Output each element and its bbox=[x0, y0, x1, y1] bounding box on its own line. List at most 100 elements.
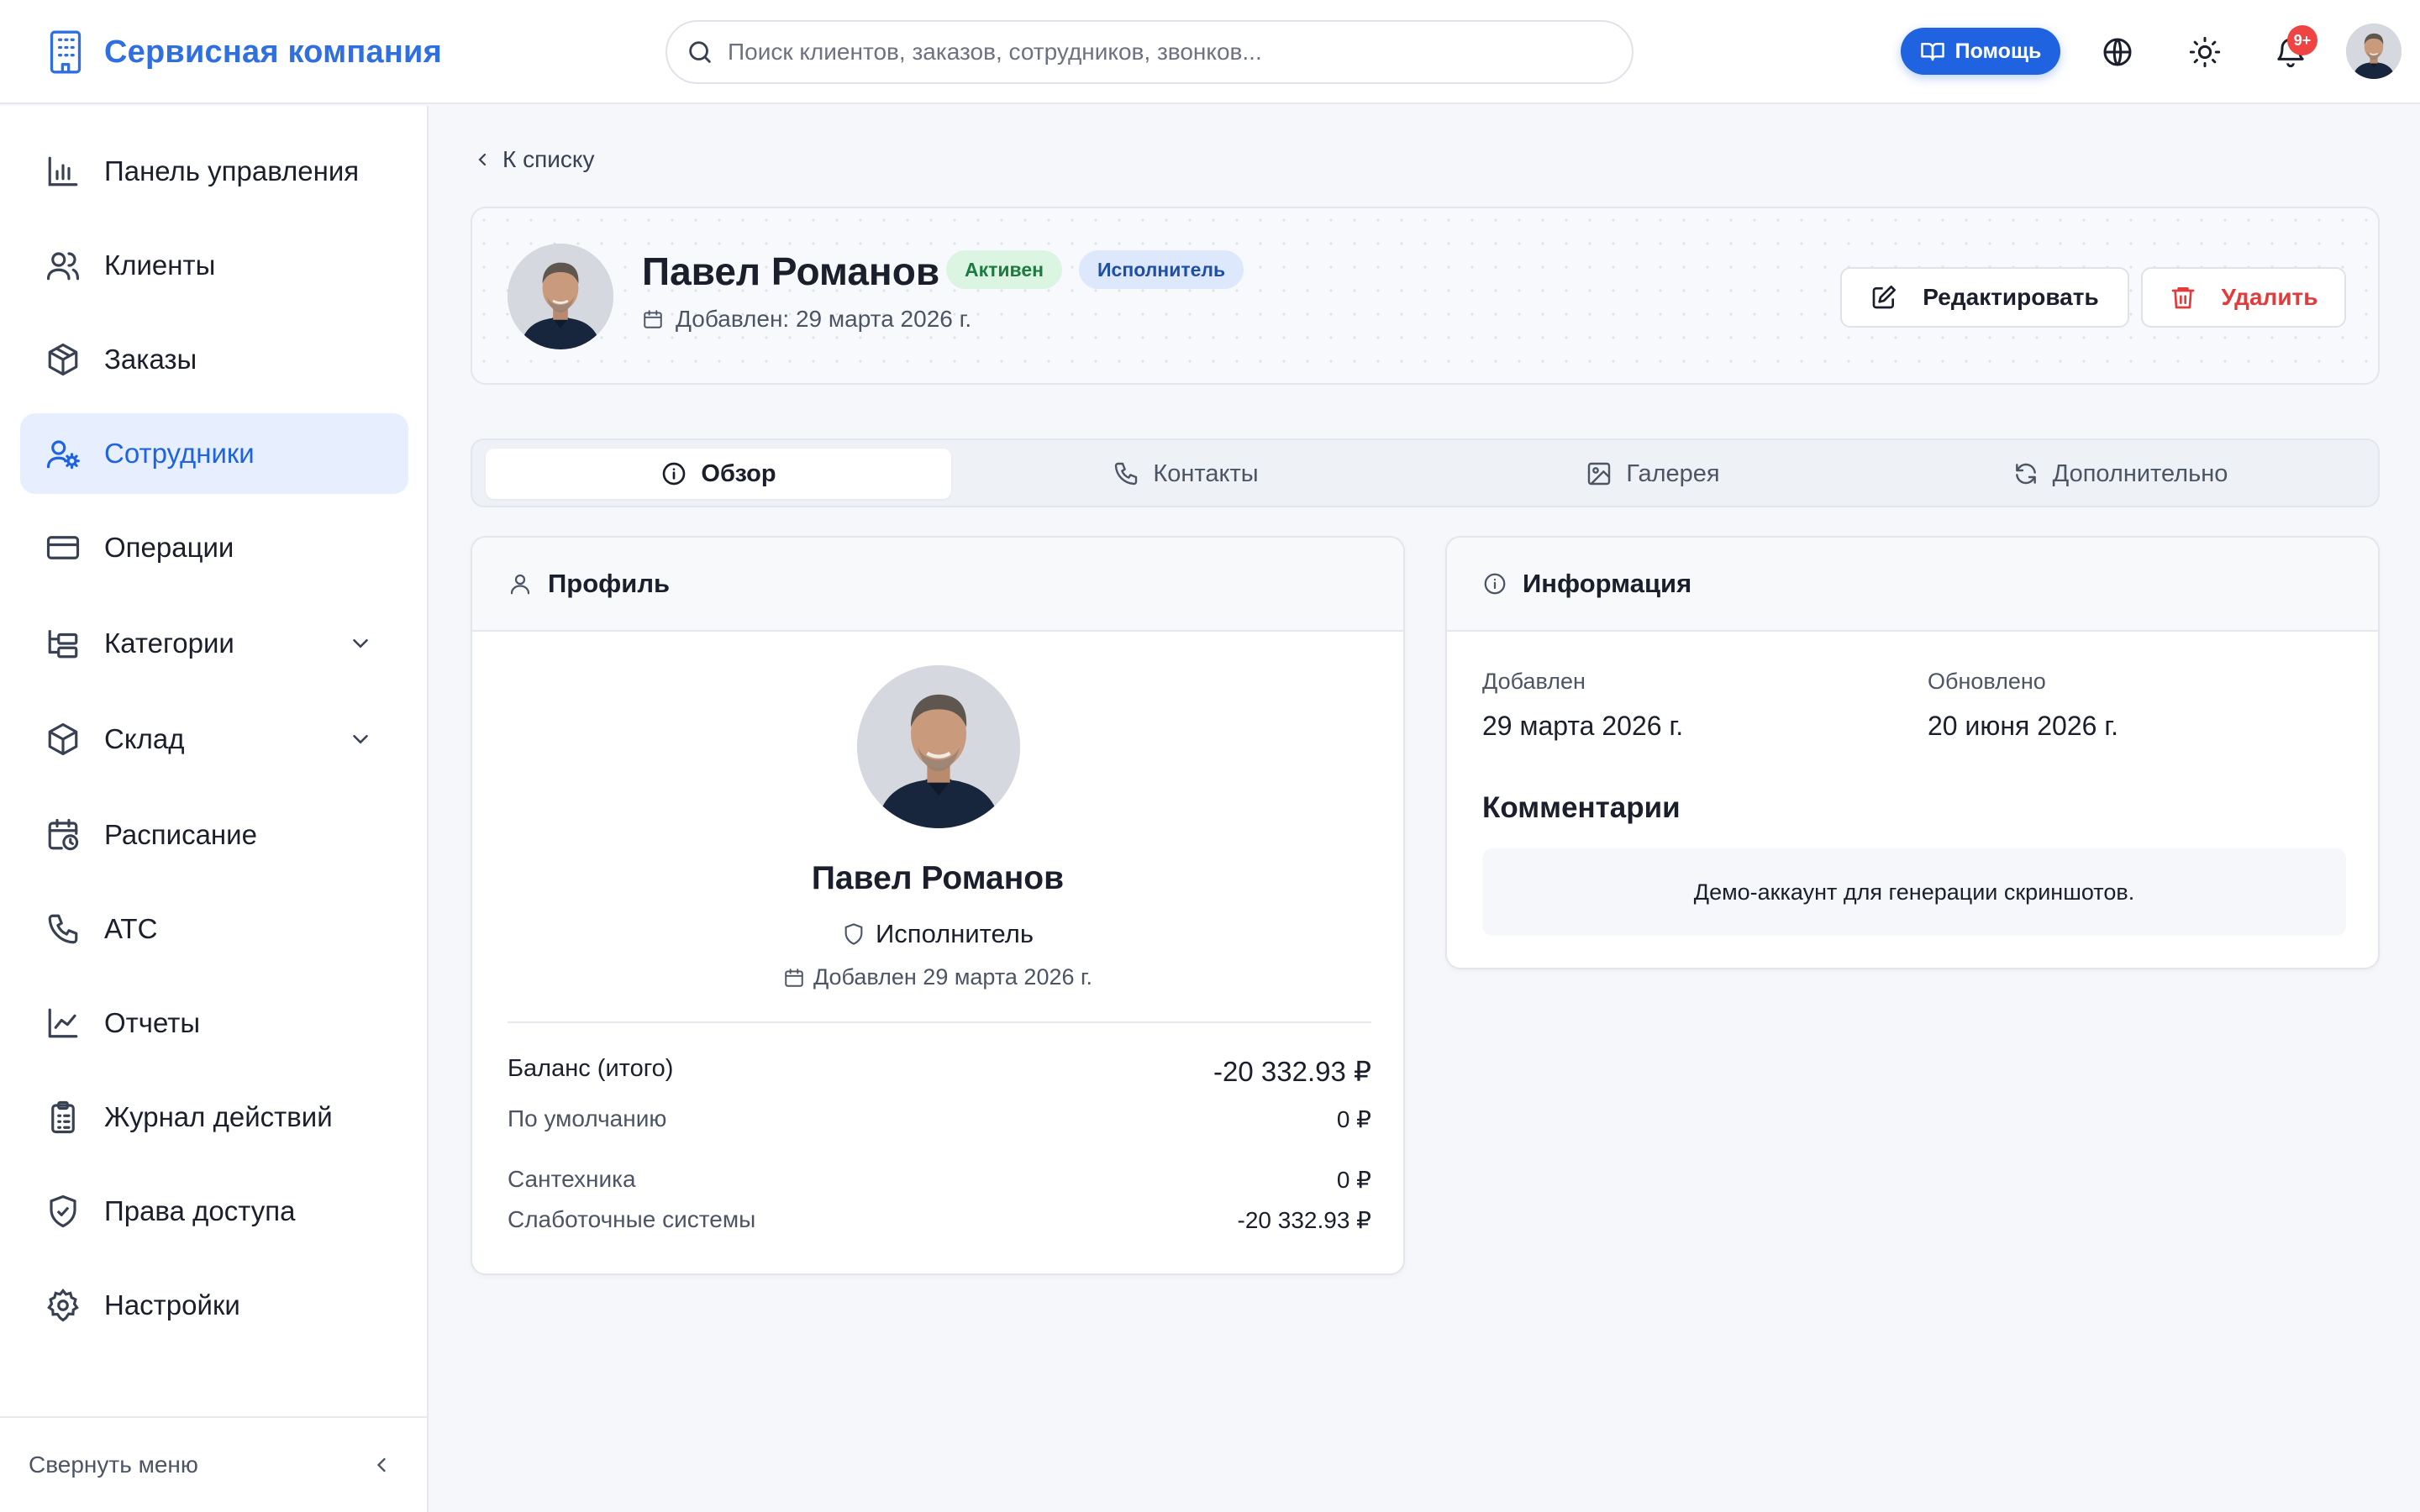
sidebar-item-activity-log[interactable]: Журнал действий bbox=[20, 1077, 408, 1158]
shield-icon bbox=[842, 922, 876, 946]
calendar-clock-icon bbox=[45, 817, 81, 853]
sidebar-item-warehouse[interactable]: Склад bbox=[20, 699, 408, 780]
added-date: Добавлен: 29 марта 2026 г. bbox=[642, 306, 971, 333]
chevron-down-icon[interactable] bbox=[348, 631, 373, 656]
shield-check-icon bbox=[45, 1194, 81, 1229]
sidebar-item-label: Расписание bbox=[104, 819, 257, 850]
profile-card-header: Профиль bbox=[472, 538, 1403, 632]
sidebar: Панель управления Клиенты Заказы Сотрудн… bbox=[0, 106, 429, 1512]
profile-role-text: Исполнитель bbox=[876, 919, 1034, 948]
comment-text: Демо-аккаунт для генерации скриншотов. bbox=[1482, 848, 2346, 936]
tab-contacts[interactable]: Контакты bbox=[953, 449, 1418, 499]
image-icon bbox=[1586, 460, 1626, 487]
balance-value: 0 ₽ bbox=[1336, 1167, 1371, 1193]
language-button[interactable] bbox=[2101, 35, 2134, 69]
balance-value: -20 332.93 ₽ bbox=[1237, 1207, 1371, 1233]
info-icon bbox=[660, 460, 701, 487]
balance-label: Сантехника bbox=[508, 1166, 636, 1192]
tabs: Обзор Контакты Галерея Дополнительно bbox=[471, 438, 2380, 507]
search-icon bbox=[686, 38, 714, 66]
tab-gallery[interactable]: Галерея bbox=[1420, 449, 1886, 499]
building-icon bbox=[47, 29, 84, 76]
updated-value: 20 июня 2026 г. bbox=[1928, 711, 2118, 741]
sidebar-item-operations[interactable]: Операции bbox=[20, 507, 408, 588]
added-date-text: Добавлен: 29 марта 2026 г. bbox=[676, 306, 972, 332]
sidebar-item-schedule[interactable]: Расписание bbox=[20, 795, 408, 875]
back-to-list-link[interactable]: К списку bbox=[472, 146, 594, 173]
brand-title: Сервисная компания bbox=[104, 34, 442, 70]
brand[interactable]: Сервисная компания bbox=[47, 29, 442, 76]
search-input[interactable] bbox=[728, 39, 1618, 66]
chevron-down-icon[interactable] bbox=[348, 727, 373, 752]
profile-added-date: Добавлен 29 марта 2026 г. bbox=[472, 964, 1403, 990]
help-label: Помощь bbox=[1954, 39, 2042, 63]
sidebar-item-label: Настройки bbox=[104, 1289, 240, 1320]
sidebar-item-dashboard[interactable]: Панель управления bbox=[20, 131, 408, 212]
chevron-left-icon bbox=[472, 150, 502, 170]
sidebar-item-settings[interactable]: Настройки bbox=[20, 1265, 408, 1346]
edit-button[interactable]: Редактировать bbox=[1840, 267, 2129, 328]
tab-label: Контакты bbox=[1153, 459, 1259, 487]
sidebar-item-employees[interactable]: Сотрудники bbox=[20, 413, 408, 494]
information-card-title: Информация bbox=[1523, 569, 1692, 598]
sidebar-item-label: Клиенты bbox=[104, 249, 216, 281]
globe-icon bbox=[2101, 35, 2134, 69]
sidebar-item-label: Категории bbox=[104, 627, 234, 659]
employee-header: Павел Романов Активен Исполнитель Добавл… bbox=[471, 207, 2380, 385]
profile-added-date-text: Добавлен 29 марта 2026 г. bbox=[813, 964, 1093, 990]
user-avatar[interactable] bbox=[2346, 24, 2402, 79]
line-chart-icon bbox=[45, 1005, 81, 1041]
role-badge: Исполнитель bbox=[1079, 250, 1244, 289]
information-card-header: Информация bbox=[1447, 538, 2378, 632]
chart-icon bbox=[45, 154, 81, 189]
folder-tree-icon bbox=[45, 626, 81, 661]
delete-button[interactable]: Удалить bbox=[2141, 267, 2346, 328]
balance-value: 0 ₽ bbox=[1336, 1106, 1371, 1132]
sidebar-item-orders[interactable]: Заказы bbox=[20, 319, 408, 400]
info-icon bbox=[1482, 571, 1523, 596]
information-card: Информация Добавлен 29 марта 2026 г. Обн… bbox=[1445, 536, 2380, 969]
sidebar-item-label: Склад bbox=[104, 723, 185, 754]
sidebar-item-label: Операции bbox=[104, 532, 234, 563]
package-icon bbox=[45, 722, 81, 757]
status-badge: Активен bbox=[946, 250, 1063, 289]
balance-total-value: -20 332.93 ₽ bbox=[1213, 1056, 1371, 1087]
help-button[interactable]: Помощь bbox=[1901, 28, 2060, 75]
divider bbox=[508, 1021, 1371, 1023]
back-label: К списку bbox=[502, 146, 595, 172]
profile-avatar bbox=[857, 665, 1020, 828]
sidebar-item-reports[interactable]: Отчеты bbox=[20, 983, 408, 1063]
sidebar-item-clients[interactable]: Клиенты bbox=[20, 225, 408, 306]
profile-card-title: Профиль bbox=[548, 569, 671, 598]
sidebar-item-access-rights[interactable]: Права доступа bbox=[20, 1171, 408, 1252]
added-value: 29 марта 2026 г. bbox=[1482, 711, 1684, 741]
employee-name: Павел Романов bbox=[642, 249, 940, 293]
theme-toggle[interactable] bbox=[2188, 35, 2222, 69]
tab-label: Обзор bbox=[701, 459, 776, 487]
sidebar-item-label: Сотрудники bbox=[104, 438, 255, 469]
sidebar-item-label: Отчеты bbox=[104, 1007, 201, 1038]
balance-total-label: Баланс (итого) bbox=[508, 1055, 674, 1082]
profile-role: Исполнитель bbox=[472, 919, 1403, 949]
gear-icon bbox=[45, 1288, 81, 1323]
tab-additional[interactable]: Дополнительно bbox=[1887, 449, 2353, 499]
credit-card-icon bbox=[45, 530, 81, 565]
book-icon bbox=[1920, 39, 1955, 64]
edit-label: Редактировать bbox=[1923, 284, 2099, 310]
sidebar-item-label: АТС bbox=[104, 913, 158, 944]
sidebar-item-label: Журнал действий bbox=[104, 1101, 333, 1132]
delete-label: Удалить bbox=[2221, 284, 2318, 310]
sidebar-item-label: Заказы bbox=[104, 344, 197, 375]
collapse-menu-button[interactable]: Свернуть меню bbox=[0, 1416, 427, 1512]
balance-row: По умолчанию 0 ₽ bbox=[508, 1105, 1371, 1133]
phone-icon bbox=[45, 911, 81, 947]
sidebar-item-categories[interactable]: Категории bbox=[20, 603, 408, 684]
tab-overview[interactable]: Обзор bbox=[486, 449, 951, 499]
sidebar-item-pbx[interactable]: АТС bbox=[20, 889, 408, 969]
added-label: Добавлен bbox=[1482, 669, 1586, 694]
phone-icon bbox=[1113, 460, 1153, 487]
global-search[interactable] bbox=[666, 20, 1634, 84]
notification-count-badge: 9+ bbox=[2287, 25, 2317, 55]
top-header: Сервисная компания Помощь 9+ bbox=[0, 0, 2420, 104]
calendar-icon bbox=[783, 967, 813, 989]
